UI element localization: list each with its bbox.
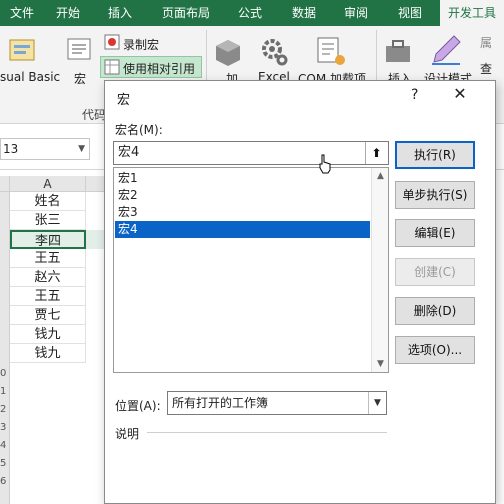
design-mode-icon [432, 35, 461, 65]
selected-row-highlight [10, 230, 106, 249]
list-item[interactable]: 宏3 [115, 204, 370, 221]
addins-icon [216, 40, 240, 66]
macro-name-input[interactable]: 宏4 [113, 141, 389, 165]
visual-basic-icon [9, 39, 35, 61]
row-number: 6 [0, 476, 7, 487]
record-macro-button[interactable]: 录制宏 [123, 36, 159, 53]
column-header-b[interactable] [86, 176, 106, 192]
table-cell[interactable]: 张三 [10, 211, 86, 230]
name-box-value: 13 [3, 142, 19, 156]
tab-page-layout[interactable]: 页面布局 [154, 0, 218, 26]
list-item-selected[interactable]: 宏4 [115, 221, 370, 238]
options-button[interactable]: 选项(O)... [395, 336, 475, 364]
ribbon-tab-bar: 文件 开始 插入 页面布局 公式 数据 审阅 视图 开发工具 [0, 0, 504, 26]
relative-reference-button[interactable]: 使用相对引用 [123, 60, 195, 77]
view-code-button[interactable]: 查 [480, 60, 492, 77]
help-icon[interactable]: ? [411, 87, 418, 103]
code-group-label: 代码 [82, 108, 107, 122]
location-label: 位置(A): [115, 399, 161, 413]
tab-review[interactable]: 审阅 [336, 0, 376, 26]
description-label: 说明 [115, 427, 140, 441]
name-header-cell[interactable]: 姓名 [10, 192, 86, 211]
chevron-down-icon[interactable]: ▼ [368, 392, 386, 414]
excel-addins-gear-icon [262, 39, 288, 66]
dialog-title: 宏 [117, 93, 131, 108]
tab-data[interactable]: 数据 [284, 0, 324, 26]
row-number: 5 [0, 458, 7, 469]
name-box[interactable]: 13 ▼ [0, 138, 90, 160]
table-cell[interactable]: 钱九 [10, 325, 86, 344]
select-all-corner[interactable] [0, 176, 10, 192]
insert-controls-icon [386, 40, 410, 62]
list-scrollbar[interactable]: ▲ ▼ [371, 168, 388, 372]
macros-icon [67, 38, 91, 60]
table-cell[interactable]: 赵六 [10, 268, 86, 287]
table-cell[interactable]: 王五 [10, 287, 86, 306]
list-item[interactable]: 宏2 [115, 187, 370, 204]
macro-list[interactable]: 宏1 宏2 宏3 宏4 ▲ ▼ [113, 167, 389, 373]
record-macro-icon [104, 34, 120, 50]
table-cell[interactable]: 钱九 [10, 344, 86, 363]
column-header-a[interactable]: A [10, 176, 86, 192]
row-number: 3 [0, 422, 7, 433]
com-addins-icon [317, 37, 345, 65]
row-number: 1 [0, 386, 7, 397]
table-cell[interactable]: 贾七 [10, 306, 86, 325]
scroll-up-icon[interactable]: ▲ [372, 168, 389, 184]
create-button[interactable]: 创建(C) [395, 258, 475, 286]
tab-developer[interactable]: 开发工具 [440, 0, 504, 26]
row-number: 4 [0, 440, 7, 451]
run-button[interactable]: 执行(R) [395, 141, 475, 169]
close-icon[interactable]: ✕ [451, 85, 469, 103]
relative-reference-icon [104, 59, 120, 75]
row-number: 2 [0, 404, 7, 415]
table-cell[interactable]: 王五 [10, 249, 86, 268]
properties-button[interactable]: 属 [480, 34, 492, 51]
tab-formulas[interactable]: 公式 [230, 0, 270, 26]
tab-home[interactable]: 开始 [48, 0, 88, 26]
arrow-up-icon[interactable]: ⬆ [365, 142, 387, 164]
mouse-pointer-icon [319, 154, 331, 174]
delete-button[interactable]: 删除(D) [395, 297, 475, 325]
row-number: 0 [0, 368, 7, 379]
tab-view[interactable]: 视图 [390, 0, 430, 26]
edit-button[interactable]: 编辑(E) [395, 219, 475, 247]
macros-button[interactable]: 宏 [74, 70, 86, 87]
visual-basic-button[interactable]: sual Basic [0, 70, 60, 84]
description-divider [147, 432, 387, 433]
chevron-down-icon[interactable]: ▼ [78, 139, 85, 159]
scroll-down-icon[interactable]: ▼ [372, 356, 389, 372]
tab-insert[interactable]: 插入 [100, 0, 140, 26]
step-into-button[interactable]: 单步执行(S) [395, 181, 475, 209]
macro-name-value: 宏4 [118, 145, 140, 160]
location-value: 所有打开的工作簿 [172, 396, 269, 410]
macro-name-label: 宏名(M): [115, 123, 163, 137]
macro-dialog: 宏 ? ✕ 宏名(M): 宏4 ⬆ 宏1 宏2 宏3 宏4 ▲ ▼ 执行(R) … [104, 80, 496, 504]
location-select[interactable]: 所有打开的工作簿 ▼ [167, 391, 387, 415]
tab-file[interactable]: 文件 [0, 0, 44, 26]
